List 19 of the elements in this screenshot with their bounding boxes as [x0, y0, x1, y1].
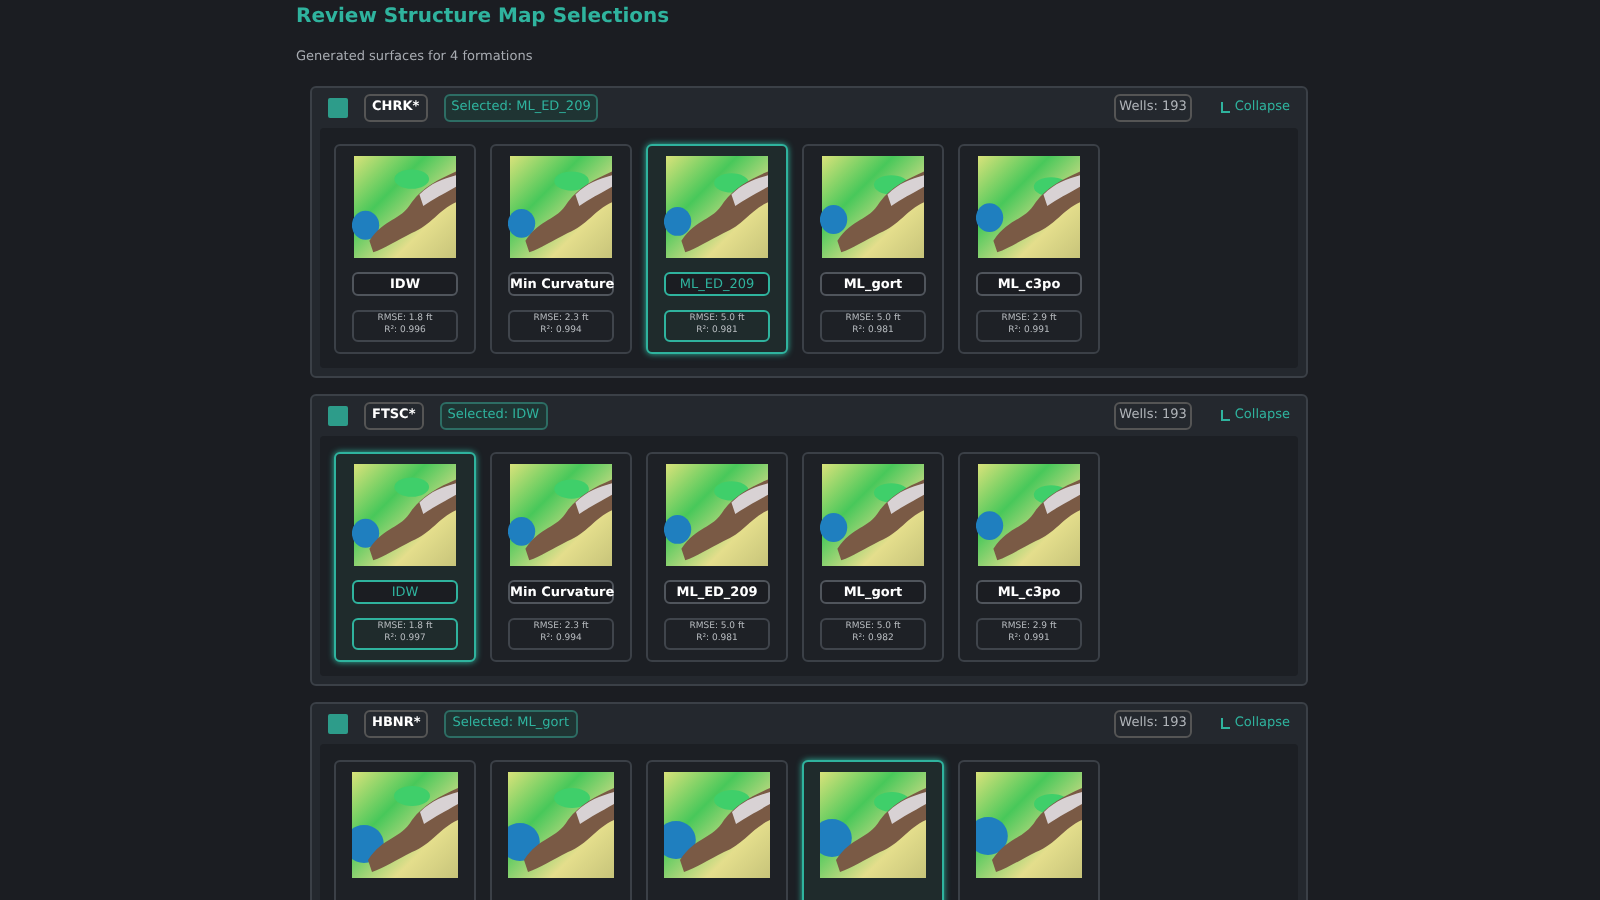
terrain-map-thumbnail: [508, 155, 614, 258]
terrain-map-thumbnail: [352, 463, 458, 566]
terrain-map-thumbnail: [664, 463, 770, 566]
terrain-map-thumbnail: [664, 155, 770, 258]
terrain-map-thumbnail: [820, 463, 926, 566]
terrain-map-thumbnail: [976, 463, 1082, 566]
checkbox[interactable]: [328, 713, 348, 734]
terrain-map-thumbnail: [976, 771, 1082, 878]
terrain-map-thumbnail: [352, 771, 458, 878]
terrain-map-thumbnail: [820, 771, 926, 878]
terrain-map-thumbnail: [976, 155, 1082, 258]
terrain-map-thumbnail: [820, 155, 926, 258]
terrain-map-thumbnail: [508, 463, 614, 566]
page-title: Review Structure Map Selections: [296, 4, 672, 32]
checkbox[interactable]: [328, 405, 348, 426]
terrain-map-thumbnail: [664, 771, 770, 878]
terrain-map-thumbnail: [352, 155, 458, 258]
checkbox[interactable]: [328, 97, 348, 118]
terrain-map-thumbnail: [508, 771, 614, 878]
